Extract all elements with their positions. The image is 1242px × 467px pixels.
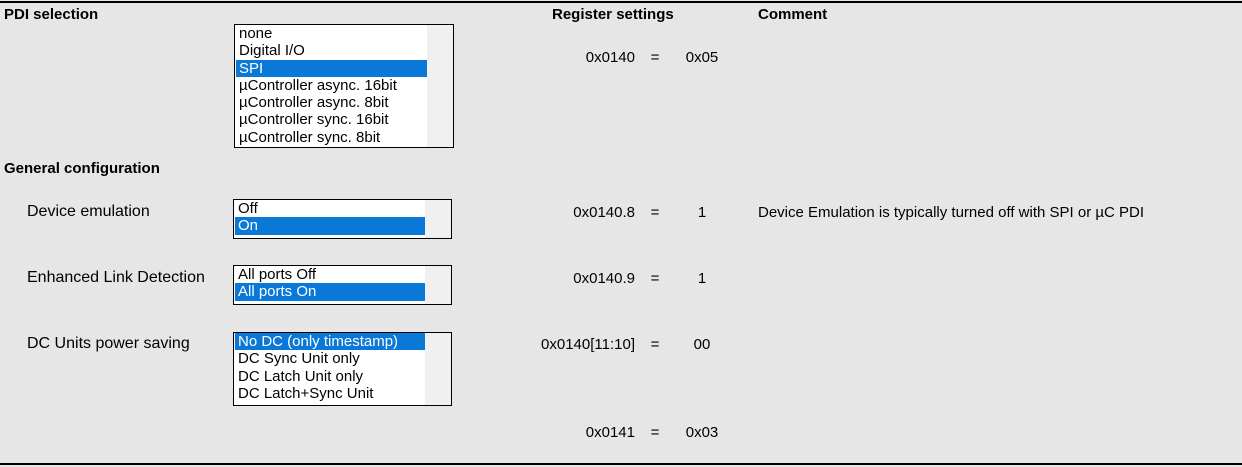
device-emulation-comment: Device Emulation is typically turned off… (758, 204, 1145, 221)
dc-units-scrollbar[interactable] (425, 333, 451, 405)
device-emulation-register-address: 0x0140.8 (573, 204, 635, 221)
enhanced-link-detection-listbox[interactable]: All ports Off All ports On (233, 265, 452, 305)
pdi-register-address: 0x0140 (585, 49, 635, 66)
pdi-selection-heading: PDI selection (4, 6, 99, 23)
listbox-option[interactable]: Digital I/O (236, 42, 427, 59)
device-emulation-listbox[interactable]: Off On (233, 199, 452, 239)
register-settings-heading: Register settings (552, 6, 674, 23)
listbox-option[interactable]: µController async. 8bit (236, 94, 427, 111)
listbox-option[interactable]: DC Latch Unit only (235, 368, 425, 385)
general-configuration-heading: General configuration (4, 160, 160, 177)
dc-units-register-address: 0x0140[11:10] (541, 336, 635, 353)
enhanced-link-detection-scrollbar[interactable] (425, 266, 451, 304)
bottom-rule (0, 463, 1242, 465)
enhanced-link-detection-options: All ports Off All ports On (235, 266, 425, 301)
pdi-scrollbar[interactable] (427, 25, 453, 147)
footer-register-address: 0x0141 (585, 424, 635, 441)
pdi-options: none Digital I/O SPI µController async. 16b… (236, 25, 427, 146)
dc-units-power-saving-label: DC Units power saving (27, 335, 190, 352)
footer-equals-sign: = (650, 424, 660, 441)
listbox-option[interactable]: All ports Off (235, 266, 425, 283)
listbox-option[interactable]: none (236, 25, 427, 42)
listbox-option[interactable]: On (235, 217, 425, 235)
listbox-option[interactable]: DC Sync Unit only (235, 350, 425, 367)
comment-heading: Comment (758, 6, 828, 23)
device-emulation-label: Device emulation (27, 203, 150, 220)
pdi-selection-listbox[interactable]: none Digital I/O SPI µController async. 16b… (234, 24, 454, 148)
enhanced-link-register-value: 1 (697, 270, 707, 287)
listbox-option[interactable]: SPI (236, 59, 427, 77)
device-emulation-register-value: 1 (697, 204, 707, 221)
listbox-option[interactable]: All ports On (235, 283, 425, 301)
listbox-option[interactable]: No DC (only timestamp) (235, 333, 425, 351)
dc-units-power-saving-listbox[interactable]: No DC (only timestamp) DC Sync Unit only D… (233, 332, 452, 406)
listbox-option[interactable]: Off (235, 200, 425, 217)
listbox-option[interactable]: DC Latch+Sync Unit (235, 385, 425, 402)
listbox-option[interactable]: µController sync. 16bit (236, 111, 427, 128)
dc-units-equals-sign: = (650, 336, 660, 353)
enhanced-link-equals-sign: = (650, 270, 660, 287)
device-emulation-options: Off On (235, 200, 425, 235)
enhanced-link-detection-label: Enhanced Link Detection (27, 269, 205, 286)
dc-units-options: No DC (only timestamp) DC Sync Unit only D… (235, 333, 425, 402)
pdi-register-value: 0x05 (685, 49, 719, 66)
enhanced-link-register-address: 0x0140.9 (573, 270, 635, 287)
top-rule (0, 1, 1242, 3)
device-emulation-equals-sign: = (650, 204, 660, 221)
dc-units-register-value: 00 (693, 336, 711, 353)
device-emulation-scrollbar[interactable] (425, 200, 451, 238)
footer-register-value: 0x03 (685, 424, 719, 441)
pdi-equals-sign: = (650, 49, 660, 66)
listbox-option[interactable]: µController sync. 8bit (236, 129, 427, 146)
listbox-option[interactable]: µController async. 16bit (236, 77, 427, 94)
